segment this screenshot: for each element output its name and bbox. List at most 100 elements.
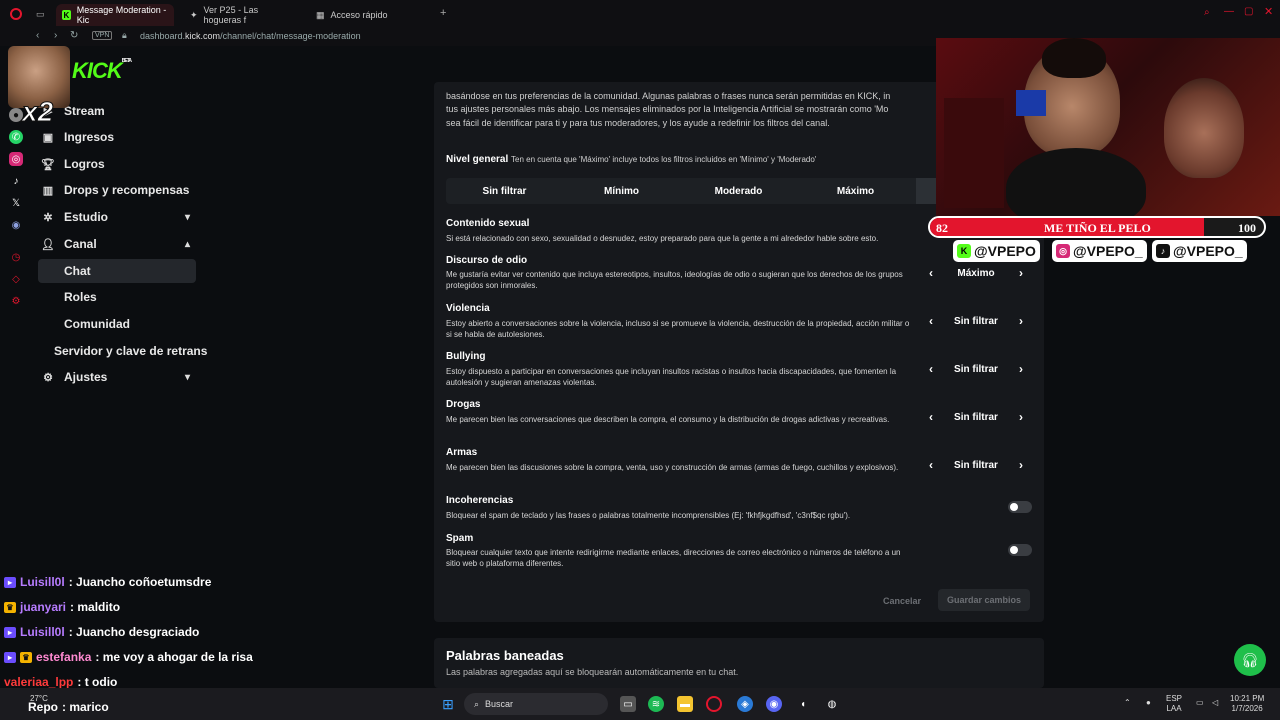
chevron-right-icon[interactable]: › <box>1014 266 1028 280</box>
back-icon[interactable]: ‹ <box>36 30 39 41</box>
taskbar: 27°C ⊞ ⌕ Buscar ▭ ≋ ▬ ◈ ◉ ◖ ◍ ⌃ ● ESP LAA… <box>0 688 1280 720</box>
opera-gx-icon[interactable] <box>706 696 722 712</box>
opera-logo-icon[interactable] <box>10 8 22 20</box>
obs-icon[interactable]: ◍ <box>824 696 840 712</box>
banned-words-title: Palabras baneadas <box>446 648 564 663</box>
bullying-stepper: ‹ Sin filtrar › <box>924 360 1028 378</box>
banned-words-desc: Las palabras agregadas aquí se bloqueará… <box>446 667 739 677</box>
whatsapp-icon[interactable]: ✆ <box>9 130 23 144</box>
volume-icon[interactable]: ◁ <box>1212 698 1218 708</box>
spam-toggle[interactable] <box>1008 544 1032 556</box>
level-option-maximo[interactable]: Máximo <box>797 178 914 204</box>
maximize-icon[interactable]: ▢ <box>1244 6 1253 17</box>
sidebar-item-chat[interactable]: Chat <box>38 259 196 283</box>
taskbar-search[interactable]: ⌕ Buscar <box>464 693 608 715</box>
tab-message-moderation[interactable]: K Message Moderation - Kic <box>56 4 174 26</box>
sidebar-item-canal[interactable]: 👤︎ Canal ▴ <box>38 232 196 256</box>
sidebar-item-servidor[interactable]: Servidor y clave de retrans <box>38 339 214 363</box>
kick-logo[interactable]: KICKBETA <box>72 58 132 84</box>
tiktok-icon: ♪ <box>1156 244 1170 258</box>
chevron-right-icon[interactable]: › <box>1014 362 1028 376</box>
discord-icon[interactable]: ◉ <box>766 696 782 712</box>
sidebar-item-estudio[interactable]: ✲ Estudio ▾ <box>38 205 196 229</box>
settings-icon[interactable]: ● <box>9 108 23 122</box>
chevron-left-icon[interactable]: ‹ <box>924 362 938 376</box>
task-view-icon[interactable]: ▭ <box>620 696 636 712</box>
chevron-down-icon: ▾ <box>184 211 190 223</box>
chevron-left-icon[interactable]: ‹ <box>924 314 938 328</box>
level-option-sin-filtrar[interactable]: Sin filtrar <box>446 178 563 204</box>
category-desc: Estoy abierto a conversaciones sobre la … <box>446 319 910 339</box>
level-title: Nivel general <box>446 154 509 165</box>
category-desc: Si está relacionado con sexo, sexualidad… <box>446 234 879 243</box>
level-option-custom[interactable] <box>916 178 936 204</box>
category-desc: Estoy dispuesto a participar en conversa… <box>446 367 897 387</box>
pinboard-icon[interactable]: ◇ <box>9 272 23 286</box>
chevron-left-icon[interactable]: ‹ <box>924 458 938 472</box>
mic-icon[interactable]: ● <box>1146 698 1151 708</box>
extensions-icon[interactable]: ⚙ <box>9 294 23 308</box>
search-tabs-icon[interactable]: ⌕ <box>1204 7 1210 18</box>
subscriber-badge-icon: ♛ <box>4 601 16 613</box>
sidebar-item-comunidad[interactable]: Comunidad <box>38 312 196 336</box>
instagram-icon[interactable]: ◎ <box>9 152 23 166</box>
drops-icon: ▥ <box>42 184 54 197</box>
history-icon[interactable]: ◷ <box>9 250 23 264</box>
hate-speech-stepper: ‹ Máximo › <box>924 264 1028 282</box>
language-indicator[interactable]: ESP LAA <box>1166 694 1182 714</box>
sidebar-item-ajustes[interactable]: ⚙ Ajustes ▾ <box>38 365 196 389</box>
save-changes-button[interactable]: Guardar cambios <box>938 589 1031 611</box>
revenue-icon: ▣ <box>42 131 54 144</box>
gear-icon: ⚙ <box>43 371 53 384</box>
goal-label: ME TIÑO EL PELO <box>1044 221 1151 235</box>
close-window-icon[interactable]: ✕ <box>1264 5 1273 18</box>
vpn-badge[interactable]: VPN <box>92 31 113 40</box>
file-explorer-icon[interactable]: ▬ <box>677 696 693 712</box>
spotify-icon[interactable]: ≋ <box>648 696 664 712</box>
tab-menu-icon[interactable]: ▭ <box>36 9 45 20</box>
intro-text-line2: tus ajustes personales más abajo. Los me… <box>446 104 889 114</box>
chevron-right-icon[interactable]: › <box>1014 458 1028 472</box>
new-tab-icon[interactable]: + <box>440 7 446 19</box>
sidebar-item-drops[interactable]: ▥ Drops y recompensas <box>38 178 208 202</box>
chat-message: ▸ Luisill0l: Juancho coñoetumsdre <box>4 575 211 589</box>
reload-icon[interactable]: ↻ <box>70 30 78 41</box>
drugs-stepper: ‹ Sin filtrar › <box>924 408 1028 426</box>
cancel-button[interactable]: Cancelar <box>883 596 921 606</box>
forward-icon[interactable]: › <box>54 30 57 41</box>
url-field[interactable]: dashboard.kick.com/channel/chat/message-… <box>140 31 361 41</box>
tray-expand-icon[interactable]: ⌃ <box>1124 698 1131 708</box>
minimize-icon[interactable]: — <box>1224 6 1234 17</box>
messenger-icon[interactable]: ◈ <box>737 696 753 712</box>
app-icon[interactable]: ◖ <box>795 696 811 712</box>
level-selector: Sin filtrar Mínimo Moderado Máximo <box>446 178 936 204</box>
violence-stepper: ‹ Sin filtrar › <box>924 312 1028 330</box>
studio-icon: ✲ <box>43 211 53 224</box>
support-button[interactable]: 🎧︎ <box>1234 644 1266 676</box>
gibberish-toggle[interactable] <box>1008 501 1032 513</box>
prime-badge-icon: ▸ <box>4 626 16 638</box>
tiktok-icon[interactable]: ♪ <box>9 174 23 188</box>
social-tiktok: ♪ @VPEPO_ <box>1152 240 1247 262</box>
chevron-left-icon[interactable]: ‹ <box>924 410 938 424</box>
chevron-right-icon[interactable]: › <box>1014 410 1028 424</box>
chevron-left-icon[interactable]: ‹ <box>924 266 938 280</box>
chevron-right-icon[interactable]: › <box>1014 314 1028 328</box>
network-icon[interactable]: ▭ <box>1196 698 1204 708</box>
discord-icon[interactable]: ◉ <box>9 218 23 232</box>
category-title: Bullying <box>446 351 486 362</box>
sidebar-item-roles[interactable]: Roles <box>38 285 196 309</box>
sidebar-item-logros[interactable]: 🏆︎ Logros <box>38 152 196 176</box>
intro-text-line3: sea fácil de identificar para ti y para … <box>446 118 830 128</box>
sidebar-item-ingresos[interactable]: ▣ Ingresos <box>38 125 196 149</box>
tab-acceso-rapido[interactable]: ▦ Acceso rápido <box>310 4 420 26</box>
windows-start-icon[interactable]: ⊞ <box>440 696 456 712</box>
lock-icon: 🔒︎ <box>122 30 127 40</box>
level-option-minimo[interactable]: Mínimo <box>563 178 680 204</box>
tab-ver-p25[interactable]: ✦ Ver P25 - Las hogueras f <box>184 4 304 26</box>
clock[interactable]: 10:21 PM 1/7/2026 <box>1230 694 1264 714</box>
x-twitter-icon[interactable]: 𝕏 <box>9 196 23 210</box>
banned-words-section: Palabras baneadas Las palabras agregadas… <box>434 638 1044 688</box>
level-option-moderado[interactable]: Moderado <box>680 178 797 204</box>
streamer-shirt <box>1006 148 1146 216</box>
